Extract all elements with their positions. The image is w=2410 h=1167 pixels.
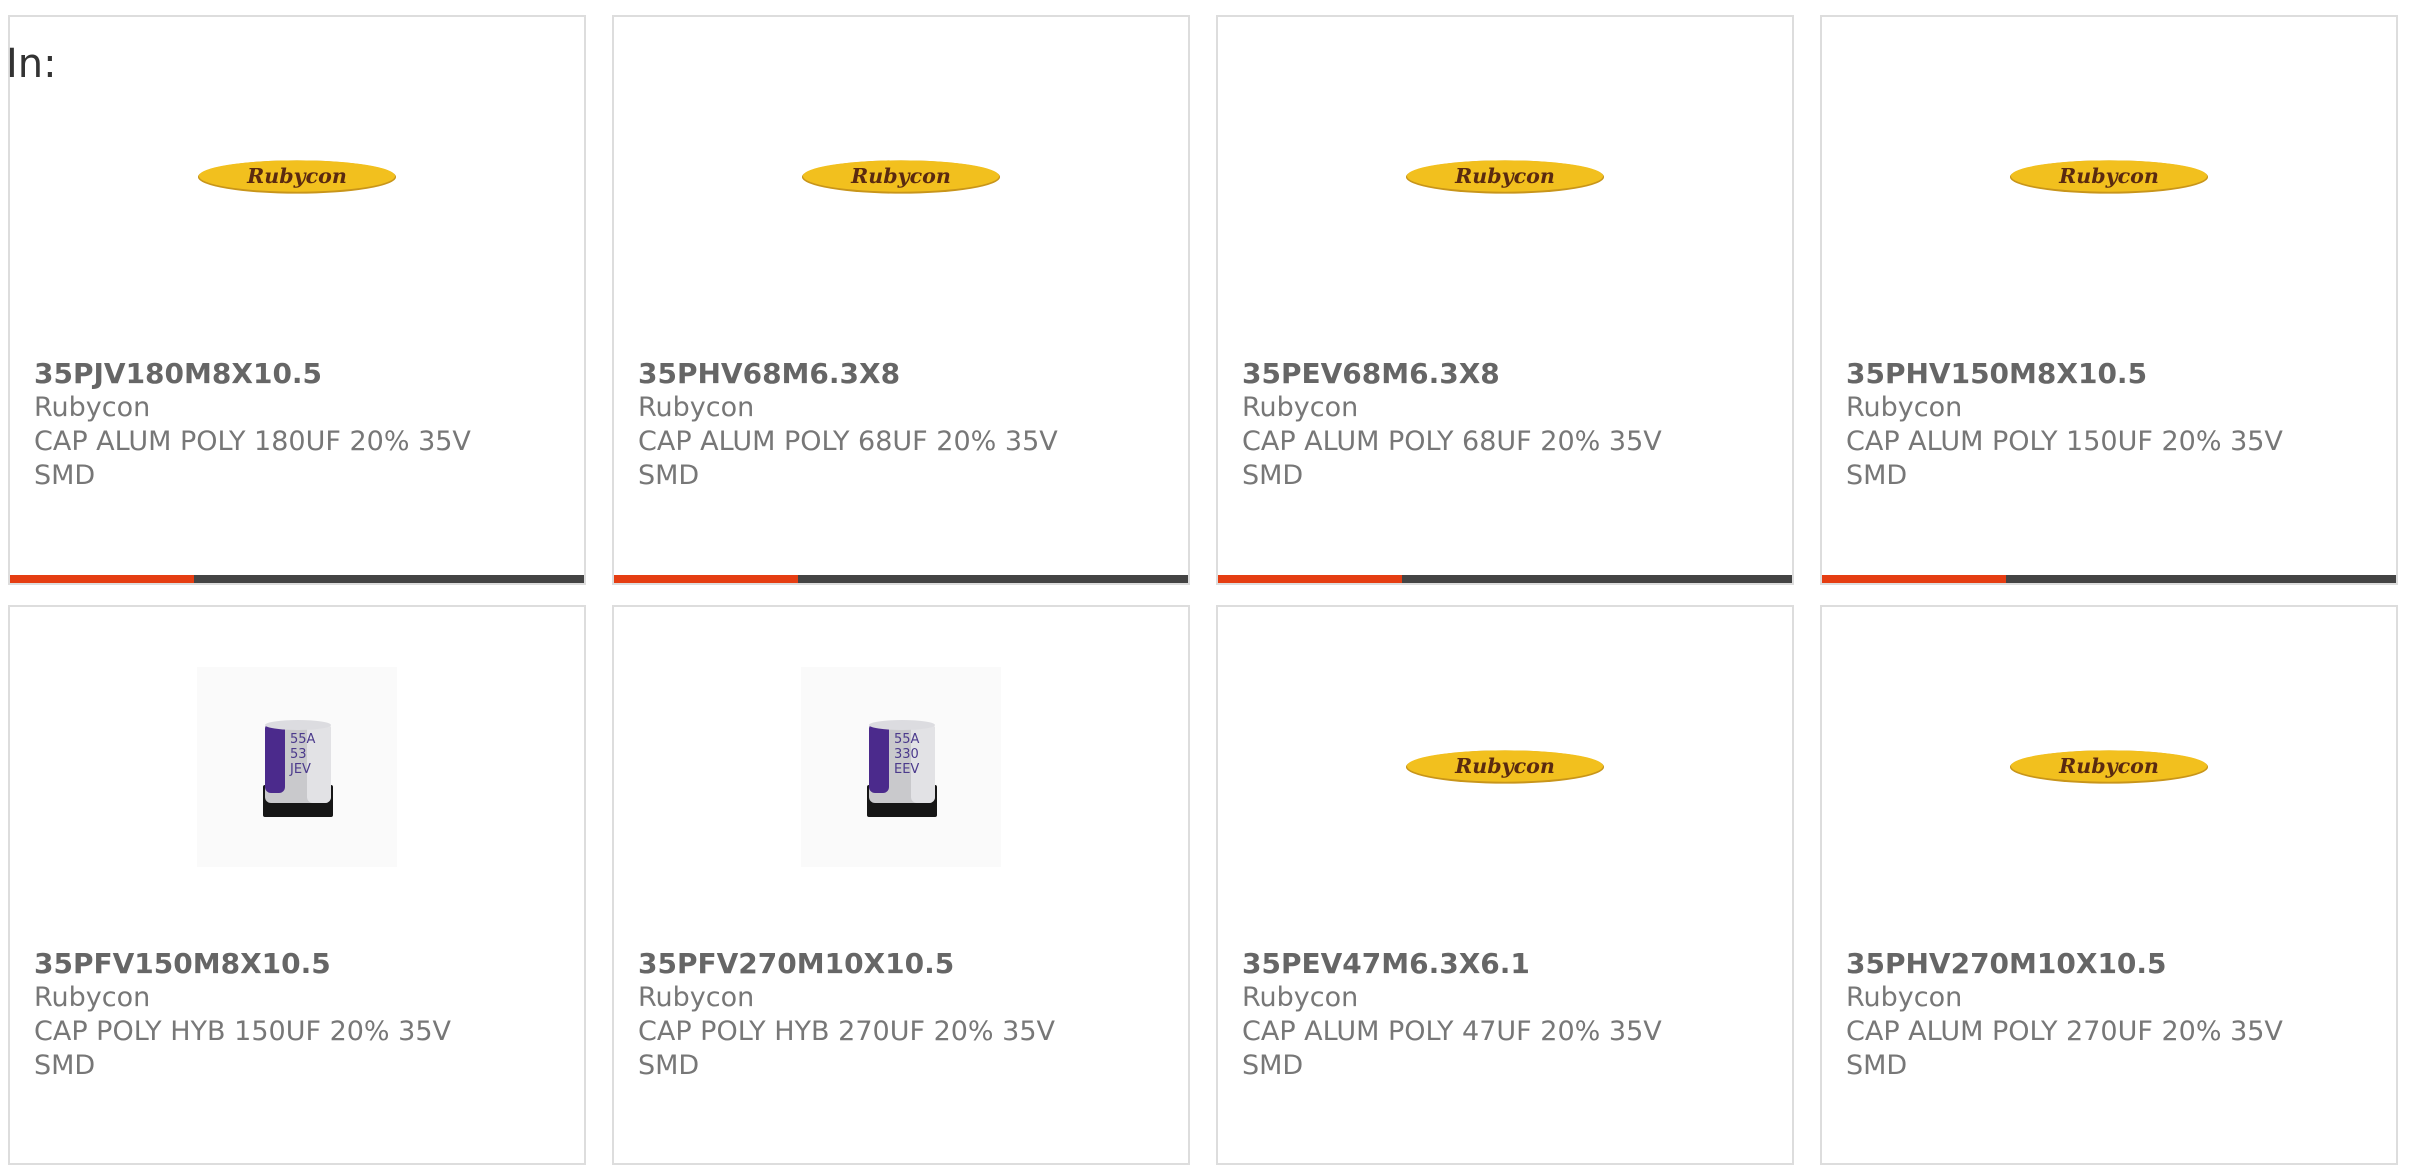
manufacturer: Rubycon: [638, 392, 755, 423]
svg-text:53: 53: [290, 747, 307, 762]
svg-text:55A: 55A: [894, 732, 920, 747]
rubycon-logo: Rubycon: [2009, 750, 2209, 784]
part-number[interactable]: 35PHV270M10X10.5: [1846, 947, 2346, 981]
progress-bar: [614, 575, 1188, 583]
svg-text:Rubycon: Rubycon: [2058, 754, 2159, 778]
product-image: Rubycon: [197, 77, 397, 277]
product-image: Rubycon: [1405, 77, 1605, 277]
product-image: 55A 53 JEV: [197, 667, 397, 867]
description: CAP ALUM POLY 180UF 20% 35V: [34, 426, 471, 457]
package: SMD: [1242, 460, 1304, 491]
part-number[interactable]: 35PEV47M6.3X6.1: [1242, 947, 1742, 981]
progress-bar: [10, 575, 584, 583]
product-info: 35PFV150M8X10.5 Rubycon CAP POLY HYB 150…: [34, 947, 534, 1083]
progress-fill: [10, 575, 194, 583]
progress-fill: [1822, 575, 2006, 583]
progress-fill: [614, 575, 798, 583]
rubycon-logo: Rubycon: [801, 160, 1001, 194]
capacitor-image: 55A53JEV: [197, 667, 397, 867]
svg-text:55A: 55A: [290, 732, 316, 747]
description: CAP ALUM POLY 150UF 20% 35V: [1846, 426, 2283, 457]
manufacturer: Rubycon: [1846, 392, 1963, 423]
in-label: In:: [6, 41, 57, 87]
description: CAP ALUM POLY 68UF 20% 35V: [1242, 426, 1662, 457]
manufacturer: Rubycon: [1242, 392, 1359, 423]
product-info: 35PHV150M8X10.5 Rubycon CAP ALUM POLY 15…: [1846, 357, 2346, 493]
product-image: Rubycon: [2009, 667, 2209, 867]
svg-text:EEV: EEV: [894, 762, 919, 777]
manufacturer: Rubycon: [34, 392, 151, 423]
package: SMD: [638, 460, 700, 491]
product-info: 35PJV180M8X10.5 Rubycon CAP ALUM POLY 18…: [34, 357, 534, 493]
product-card[interactable]: 55A 330 EEV 35PFV270M10X10.5 Rubycon CAP P…: [612, 605, 1190, 1165]
svg-text:Rubycon: Rubycon: [850, 164, 951, 188]
product-results-page: In: Rubycon 35PJV180M8X10.5 Rubycon CAP …: [0, 0, 2410, 1167]
manufacturer: Rubycon: [638, 982, 755, 1013]
rubycon-logo: Rubycon: [2009, 160, 2209, 194]
capacitor-image: 55A330EEV: [801, 667, 1001, 867]
description: CAP ALUM POLY 68UF 20% 35V: [638, 426, 1058, 457]
svg-text:Rubycon: Rubycon: [1454, 754, 1555, 778]
product-image: Rubycon: [801, 77, 1001, 277]
manufacturer: Rubycon: [34, 982, 151, 1013]
product-card[interactable]: Rubycon 35PJV180M8X10.5 Rubycon CAP ALUM…: [8, 15, 586, 585]
part-number[interactable]: 35PFV150M8X10.5: [34, 947, 534, 981]
rubycon-logo: Rubycon: [197, 160, 397, 194]
description: CAP POLY HYB 270UF 20% 35V: [638, 1016, 1055, 1047]
part-number[interactable]: 35PHV150M8X10.5: [1846, 357, 2346, 391]
part-number[interactable]: 35PFV270M10X10.5: [638, 947, 1138, 981]
package: SMD: [34, 1050, 96, 1081]
product-image: 55A 330 EEV: [801, 667, 1001, 867]
part-number[interactable]: 35PHV68M6.3X8: [638, 357, 1138, 391]
package: SMD: [1846, 1050, 1908, 1081]
product-grid: Rubycon 35PJV180M8X10.5 Rubycon CAP ALUM…: [8, 15, 2402, 1165]
package: SMD: [1242, 1050, 1304, 1081]
svg-text:Rubycon: Rubycon: [2058, 164, 2159, 188]
description: CAP ALUM POLY 47UF 20% 35V: [1242, 1016, 1662, 1047]
package: SMD: [1846, 460, 1908, 491]
package: SMD: [638, 1050, 700, 1081]
product-info: 35PFV270M10X10.5 Rubycon CAP POLY HYB 27…: [638, 947, 1138, 1083]
product-card[interactable]: Rubycon 35PEV68M6.3X8 Rubycon CAP ALUM P…: [1216, 15, 1794, 585]
description: CAP POLY HYB 150UF 20% 35V: [34, 1016, 451, 1047]
product-card[interactable]: 55A 53 JEV 35PFV150M8X10.5 Rubycon CAP POL…: [8, 605, 586, 1165]
manufacturer: Rubycon: [1242, 982, 1359, 1013]
product-card[interactable]: Rubycon 35PEV47M6.3X6.1 Rubycon CAP ALUM…: [1216, 605, 1794, 1165]
svg-text:JEV: JEV: [289, 762, 311, 777]
package: SMD: [34, 460, 96, 491]
svg-text:Rubycon: Rubycon: [246, 164, 347, 188]
product-card[interactable]: Rubycon 35PHV68M6.3X8 Rubycon CAP ALUM P…: [612, 15, 1190, 585]
svg-text:Rubycon: Rubycon: [1454, 164, 1555, 188]
product-card[interactable]: Rubycon 35PHV150M8X10.5 Rubycon CAP ALUM…: [1820, 15, 2398, 585]
product-info: 35PHV68M6.3X8 Rubycon CAP ALUM POLY 68UF…: [638, 357, 1138, 493]
rubycon-logo: Rubycon: [1405, 160, 1605, 194]
progress-bar: [1822, 575, 2396, 583]
rubycon-logo: Rubycon: [1405, 750, 1605, 784]
part-number[interactable]: 35PEV68M6.3X8: [1242, 357, 1742, 391]
product-info: 35PEV47M6.3X6.1 Rubycon CAP ALUM POLY 47…: [1242, 947, 1742, 1083]
manufacturer: Rubycon: [1846, 982, 1963, 1013]
product-card[interactable]: Rubycon 35PHV270M10X10.5 Rubycon CAP ALU…: [1820, 605, 2398, 1165]
part-number[interactable]: 35PJV180M8X10.5: [34, 357, 534, 391]
product-image: Rubycon: [1405, 667, 1605, 867]
product-image: Rubycon: [2009, 77, 2209, 277]
product-info: 35PEV68M6.3X8 Rubycon CAP ALUM POLY 68UF…: [1242, 357, 1742, 493]
description: CAP ALUM POLY 270UF 20% 35V: [1846, 1016, 2283, 1047]
svg-text:330: 330: [894, 747, 919, 762]
progress-fill: [1218, 575, 1402, 583]
progress-bar: [1218, 575, 1792, 583]
product-info: 35PHV270M10X10.5 Rubycon CAP ALUM POLY 2…: [1846, 947, 2346, 1083]
